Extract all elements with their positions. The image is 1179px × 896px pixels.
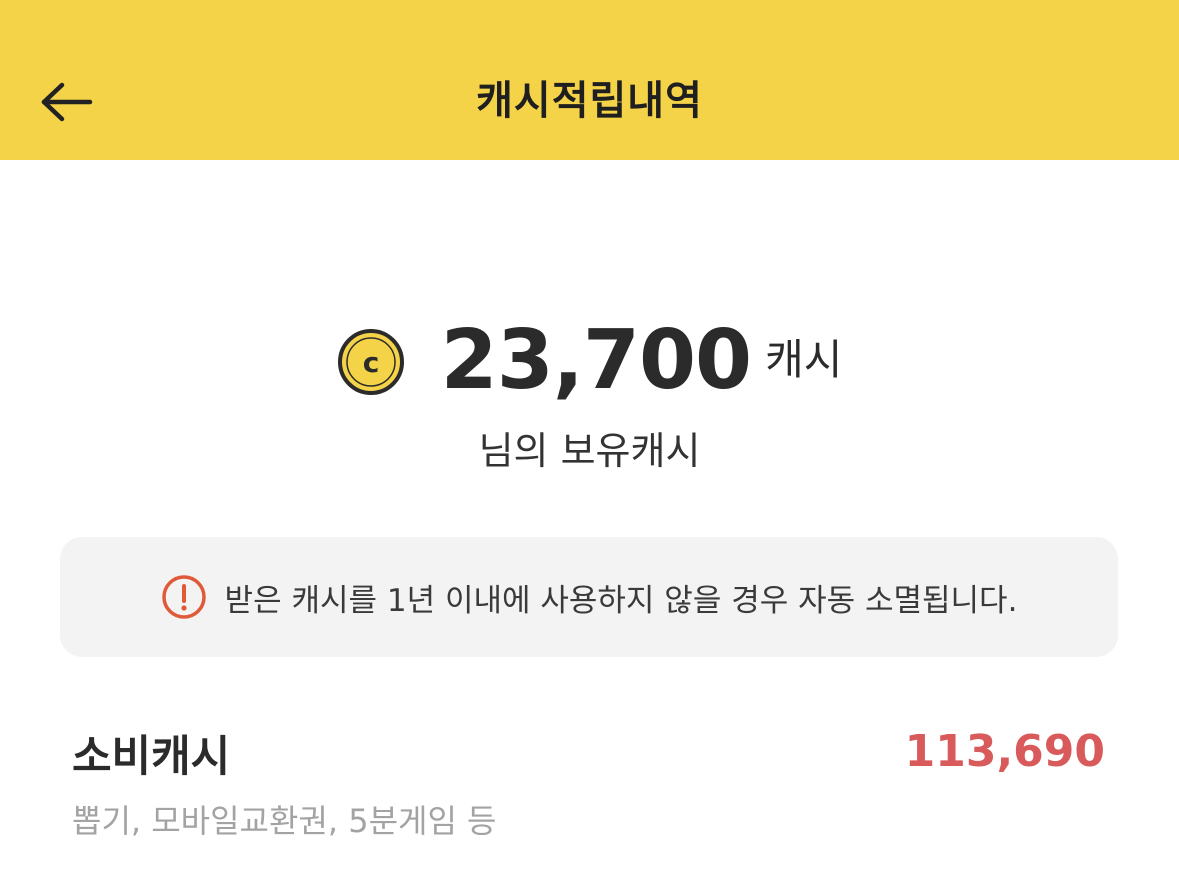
balance-summary: c 23,700 캐시 <box>0 312 1179 408</box>
spend-cash-title: 소비캐시 <box>72 732 231 782</box>
notice-text: 받은 캐시를 1년 이내에 사용하지 않을 경우 자동 소멸됩니다. <box>224 582 1018 619</box>
balance-amount: 23,700 <box>440 312 752 408</box>
svg-text:c: c <box>362 346 379 379</box>
exclamation-circle-icon <box>161 575 206 619</box>
spend-cash-amount: 113,690 <box>904 726 1105 777</box>
header-bar: 캐시적립내역 <box>0 0 1179 160</box>
spend-cash-description: 뽑기, 모바일교환권, 5분게임 등 <box>72 802 497 840</box>
owner-cash-label: 님의 보유캐시 <box>478 429 701 473</box>
page-title: 캐시적립내역 <box>476 78 703 124</box>
balance-unit: 캐시 <box>765 335 843 384</box>
expiry-notice: 받은 캐시를 1년 이내에 사용하지 않을 경우 자동 소멸됩니다. <box>60 537 1118 657</box>
coin-c-icon: c <box>337 329 404 395</box>
